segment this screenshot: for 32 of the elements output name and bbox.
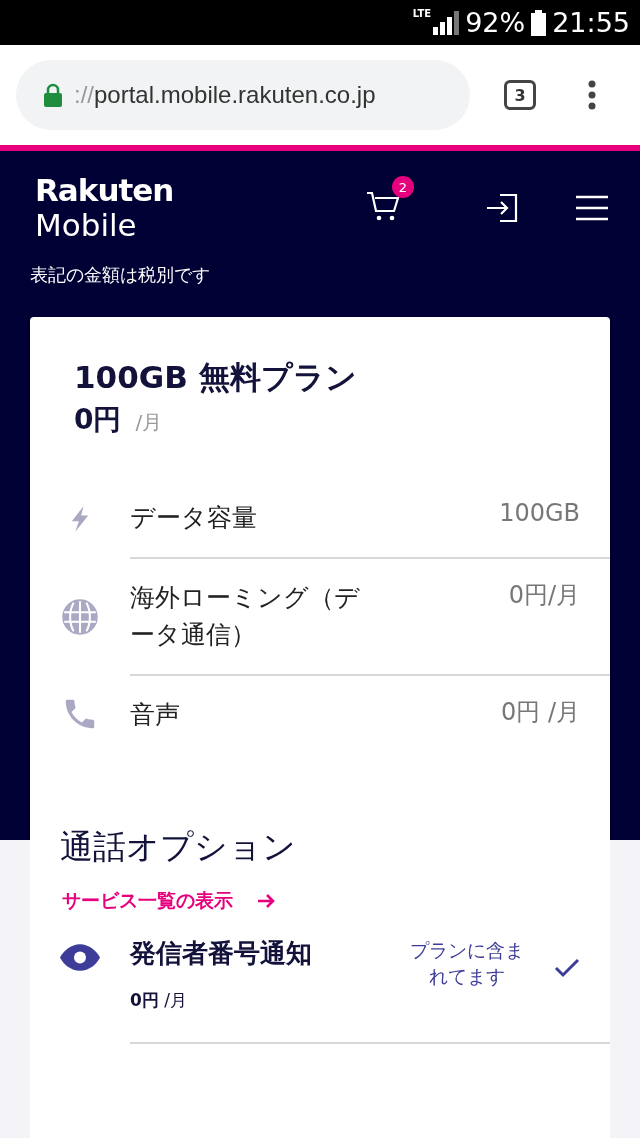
menu-icon[interactable] [576,195,608,221]
battery-icon [531,9,547,36]
option-status: プランに含まれてます [409,938,525,989]
cart-icon[interactable] [366,190,400,222]
plan-price: 0円 [74,402,122,438]
login-icon[interactable] [486,193,518,223]
lock-icon [44,83,62,107]
logo[interactable]: Rakuten Mobile [35,175,174,241]
more-menu-icon[interactable] [588,80,596,110]
feature-value: 100GB [499,499,580,527]
tax-note: 表記の金額は税別です [29,263,211,287]
feature-label: 海外ローミング（データ通信） [130,581,361,651]
feature-label: 音声 [130,698,181,731]
address-bar[interactable]: ://portal.mobile.rakuten.co.jp [16,60,470,130]
service-list-link[interactable]: サービス一覧の表示 [62,888,233,914]
battery-percent: 92% [465,7,526,38]
feature-value: 0円 /月 [501,696,580,728]
option-name: 発信者番号通知 [130,937,313,970]
eye-icon [60,944,100,971]
option-price: 0円 /月 [130,989,188,1012]
clock: 21:55 [552,7,630,38]
globe-icon [61,598,99,636]
price-unit: /月 [135,409,163,436]
feature-value: 0円/月 [508,579,580,611]
network-type: LTE [412,8,432,19]
feature-label: データ容量 [130,502,258,534]
section-title: 通話オプション [59,826,297,868]
cart-badge: 2 [392,176,414,198]
signal-icon [433,10,460,35]
tab-count-button[interactable]: 3 [504,80,536,110]
plan-title: 100GB 無料プラン [73,358,358,397]
arrow-icon[interactable] [257,893,275,909]
